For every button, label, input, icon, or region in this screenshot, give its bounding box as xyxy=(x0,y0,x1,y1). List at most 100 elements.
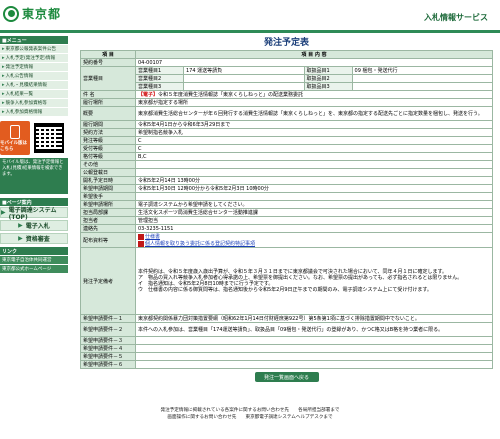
row-value: 令和5年2月14日 13時00分 xyxy=(135,176,493,185)
back-to-list-label: 発注一覧画面へ戻る xyxy=(263,374,309,381)
link-tokyo-official-site[interactable]: 東京都公式ホームページ xyxy=(0,265,68,273)
table-row: 開札予定日時 令和5年2月14日 13時00分 xyxy=(80,176,493,185)
table-row: 概要 東京都消費生活総合センターが年６回発行する消費生活情報誌「東京くらしねっと… xyxy=(80,106,493,121)
sidebar-item-nyusatsu-kokoku[interactable]: ▸ 入札公告情報 xyxy=(0,72,68,81)
mobile-promo: モバイル版はこちら xyxy=(0,121,68,155)
service-title: 入札情報サービス xyxy=(424,13,488,22)
mobile-version-label: モバイル版はこちら xyxy=(0,140,27,152)
table-row: 履行期間 令和5年4月1日から令和6年3月29日まで xyxy=(80,120,493,129)
sidebar-item-kekka-ichiran[interactable]: ▸ 入札結果一覧 xyxy=(0,90,68,99)
row-value xyxy=(135,192,493,201)
sidebar-item-label: 東京都公報発表案件公告 xyxy=(5,47,57,52)
sidebar-item-label: 競争入札参加資格等 xyxy=(5,101,47,106)
sidebar-item-hacchu-yotei[interactable]: ▸ 発注予定情報 xyxy=(0,63,68,72)
arrow-right-icon: ▶ xyxy=(18,235,23,242)
table-row: 希望後手 xyxy=(80,192,493,201)
row-label: 概要 xyxy=(80,106,136,121)
arrow-right-icon: ▶ xyxy=(18,222,23,229)
table-row: 希望申請要件－５ xyxy=(80,352,493,361)
sub-label: 取扱品目3 xyxy=(303,82,353,91)
tokyo-emblem-icon xyxy=(3,5,19,22)
sidebar-item-koho[interactable]: ▸ 東京都公報発表案件公告 xyxy=(0,45,68,54)
table-row: 受付等級 C xyxy=(80,144,493,153)
row-value: 【電子】令和５年度消費生活情報誌「東京くらしねっと」の配送業務委託 xyxy=(135,90,493,99)
back-to-list-button[interactable]: 発注一覧画面へ戻る xyxy=(254,372,319,382)
row-label: 希望後手 xyxy=(80,192,136,201)
sub-label: 営業種目2 xyxy=(135,74,184,83)
sub-value xyxy=(351,82,494,91)
row-value: 東京都契約関係暴力団対策措置要綱（昭和62年1月14日付財経庶第922号）第5条… xyxy=(135,314,493,323)
mobile-version-button[interactable]: モバイル版はこちら xyxy=(0,121,30,155)
row-label: 履行期間 xyxy=(80,120,136,129)
button-label: 電子入札 xyxy=(25,223,50,230)
mobile-note: モバイル版は、発注予定情報と入札(見積)結果情報を検索できます。 xyxy=(0,158,68,194)
pdf-icon xyxy=(138,233,144,240)
sub-label: 営業種目3 xyxy=(135,82,184,91)
row-value: 令和5年1月30日 12時00分から令和5年2月3日 10時00分 xyxy=(135,184,493,193)
table-header-row: 項 目 項 目 内 容 xyxy=(80,50,493,59)
pdf-icon xyxy=(138,240,144,247)
row-value xyxy=(135,360,493,369)
row-label: 担当者 xyxy=(80,216,136,225)
e-bidding-button[interactable]: ▶ 電子入札 xyxy=(0,220,68,231)
row-value: 令和5年4月1日から令和6年3月29日まで xyxy=(135,120,493,129)
order-detail-table: 項 目 項 目 内 容 契約番号 04-00107 営業種目 営業種目1 174… xyxy=(80,50,494,369)
table-row: 希望申請要件－６ xyxy=(80,360,493,369)
arrow-right-icon: ▸ xyxy=(2,82,5,88)
link-heading: リンク xyxy=(0,247,68,255)
row-value: 本件契約は、令和５年度歳入歳出予算が、令和５年３月３１日までに東京都議会で可決さ… xyxy=(135,247,493,315)
link-tokyo-e-government[interactable]: 東京電子自治体共同運営 xyxy=(0,256,68,264)
row-label: 連絡先 xyxy=(80,224,136,233)
sub-label: 取扱品目2 xyxy=(303,74,353,83)
table-row: 連絡先 03-3235-1151 xyxy=(80,224,493,233)
sidebar-item-label: 入札結果一覧 xyxy=(5,92,34,97)
table-row: 営業種目 営業種目1 174 運送等請負 取扱品目1 09 梱包・発送代行 xyxy=(80,66,494,91)
table-row: 契約番号 04-00107 xyxy=(80,58,493,67)
e-procurement-top-button[interactable]: ▶ 電子調達システム(TOP) xyxy=(0,207,68,221)
row-value xyxy=(135,336,493,345)
sidebar-item-sanka-shikaku[interactable]: ▸ 競争入札参加資格等 xyxy=(0,99,68,108)
table-row: 希望申請要件－１ 東京都契約関係暴力団対策措置要綱（昭和62年1月14日付財経庶第… xyxy=(80,314,493,323)
row-label: 希望申請要件－３ xyxy=(80,336,136,345)
row-value: B,C xyxy=(135,152,493,161)
privacy-terms-link[interactable]: 個人情報を取り扱う委託に係る登記契約特記事項 xyxy=(145,241,255,247)
header: 東京都 入札情報サービス xyxy=(0,0,500,34)
electronic-tag: 【電子】 xyxy=(138,92,159,98)
row-label: 希望申請期間 xyxy=(80,184,136,193)
row-value xyxy=(135,352,493,361)
footer-helpdesk-line: 画面操作に関するお問い合わせ先 東京都電子調達システムヘルプデスクまで xyxy=(167,415,333,420)
table-row: 発注予定備考 本件契約は、令和５年度歳入歳出予算が、令和５年３月３１日までに東京… xyxy=(80,247,493,315)
arrow-right-icon: ▶ xyxy=(1,209,6,216)
row-value: C xyxy=(135,144,493,153)
sidebar-menu-heading: ■メニュー xyxy=(0,36,68,44)
sidebar-item-shikaku-joho[interactable]: ▸ 入札参加資格情報 xyxy=(0,108,68,117)
table-row: 公報登載日 xyxy=(80,168,493,177)
row-label: 希望申請要件－２ xyxy=(80,322,136,337)
table-row: 履行場所 東京都が指定する場所 xyxy=(80,98,493,107)
table-row: 希望申請要件－４ xyxy=(80,344,493,353)
row-label: 発注予定備考 xyxy=(80,247,136,315)
page-title: 発注予定表 xyxy=(263,38,309,48)
arrow-right-icon: ▸ xyxy=(2,100,5,106)
tokyo-logo[interactable]: 東京都 xyxy=(3,5,61,22)
main-content: 発注予定表 項 目 項 目 内 容 契約番号 04-00107 営業種目 営業種… xyxy=(80,36,494,382)
sub-value xyxy=(351,74,494,83)
table-row: 件 名 【電子】令和５年度消費生活情報誌「東京くらしねっと」の配送業務委託 xyxy=(80,90,493,99)
logo-text: 東京都 xyxy=(22,7,62,21)
row-label: 開札予定日時 xyxy=(80,176,136,185)
row-label: 配布資料等 xyxy=(80,232,136,248)
table-row: 配布資料等 仕様書 個人情報を取り扱う委託に係る登記契約特記事項 xyxy=(80,232,493,248)
header-divider xyxy=(0,30,500,33)
qualification-review-button[interactable]: ▶ 資格審査 xyxy=(0,233,68,244)
sidebar-item-label: 発注予定情報 xyxy=(5,65,34,70)
table-row: 希望申請期間 令和5年1月30日 12時00分から令和5年2月3日 10時00分 xyxy=(80,184,493,193)
table-row: 営業種目3 取扱品目3 xyxy=(81,82,494,91)
sidebar-item-kekka[interactable]: ▸ 入札・見積結果情報 xyxy=(0,81,68,90)
arrow-right-icon: ▸ xyxy=(2,64,5,70)
row-value: 03-3235-1151 xyxy=(135,224,493,233)
sub-label: 取扱品目1 xyxy=(303,66,353,75)
row-label: その他 xyxy=(80,160,136,169)
row-label: 営業種目 xyxy=(80,66,136,91)
sidebar-item-nyusatsu-yotei[interactable]: ▸ 入札予定(発注予定)情報 xyxy=(0,54,68,63)
row-value: 仕様書 個人情報を取り扱う委託に係る登記契約特記事項 xyxy=(135,232,493,248)
